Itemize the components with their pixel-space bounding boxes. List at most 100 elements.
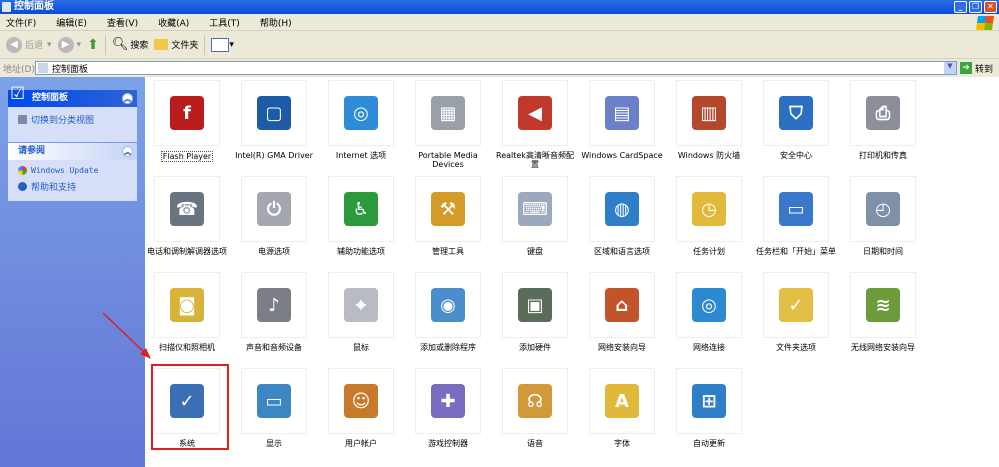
folders-button[interactable]: 文件夹 <box>154 38 198 51</box>
control-panel-item[interactable]: ⌖ 鼠标 <box>319 272 403 352</box>
item-icon-box: ☎ <box>154 176 220 242</box>
item-icon-box: ◍ <box>589 176 655 242</box>
control-panel-item[interactable]: ◎ Internet 选项 <box>319 80 403 160</box>
menu-view[interactable]: 查看(V) <box>107 16 138 29</box>
menu-edit[interactable]: 编辑(E) <box>56 16 87 29</box>
item-icon-box: ◷ <box>676 176 742 242</box>
control-panel-item[interactable]: ⛉ 安全中心 <box>754 80 838 160</box>
control-panel-item[interactable]: ▭ 显示 <box>232 368 316 448</box>
control-panel-item[interactable]: ◉ 添加或删除程序 <box>406 272 490 352</box>
item-label: 鼠标 <box>353 343 369 352</box>
item-label: 任务栏和「开始」菜单 <box>756 247 836 256</box>
item-icon: ⎙ <box>866 96 900 130</box>
address-label: 地址(D) <box>3 64 35 75</box>
panel-header[interactable]: 请参阅 ︽ <box>8 143 137 160</box>
up-folder-button[interactable]: ⬆ <box>87 37 99 53</box>
control-panel-item[interactable]: ▦ Portable Media Devices <box>406 80 490 169</box>
item-icon: ⏻ <box>257 192 291 226</box>
item-icon: ⊞ <box>692 384 726 418</box>
item-icon: ⌖ <box>344 288 378 322</box>
item-label: 自动更新 <box>693 439 725 448</box>
control-panel-item[interactable]: ▥ Windows 防火墙 <box>667 80 751 160</box>
control-panel-item[interactable]: ☊ 语音 <box>493 368 577 448</box>
item-icon: ▭ <box>257 384 291 418</box>
item-icon: ◀ <box>518 96 552 130</box>
title-bar: 控制面板 _ ❐ ✕ <box>0 0 999 14</box>
up-arrow-icon: ⬆ <box>87 36 99 53</box>
control-panel-item[interactable]: ▤ Windows CardSpace <box>580 80 664 160</box>
control-panel-item[interactable]: ◎ 网络连接 <box>667 272 751 352</box>
folder-icon <box>154 39 169 50</box>
menu-tools[interactable]: 工具(T) <box>209 16 240 29</box>
panel-header[interactable]: ☑ 控制面板 ︽ <box>8 86 137 107</box>
item-icon-box: ◴ <box>850 176 916 242</box>
item-label: 用户帐户 <box>345 439 377 448</box>
search-icon: 🔍︎ <box>111 37 129 52</box>
control-panel-item[interactable]: ▭ 任务栏和「开始」菜单 <box>754 176 838 256</box>
control-panel-item[interactable]: f Flash Player <box>145 80 229 162</box>
control-panel-item[interactable]: ☺ 用户帐户 <box>319 368 403 448</box>
item-icon-box: ▥ <box>676 80 742 146</box>
menu-help[interactable]: 帮助(H) <box>260 16 292 29</box>
item-icon: ◎ <box>344 96 378 130</box>
item-icon-box: ✓ <box>763 272 829 338</box>
control-panel-item[interactable]: ⏻ 电源选项 <box>232 176 316 256</box>
chevron-down-icon[interactable]: ▼ <box>943 62 956 74</box>
back-button[interactable]: ◀ 后退 ▾ <box>6 36 52 53</box>
go-button[interactable]: ➔ 转到 <box>959 62 993 75</box>
item-label: 日期和时间 <box>863 247 903 256</box>
item-icon-box: ⌨ <box>502 176 568 242</box>
item-label: 打印机和传真 <box>859 151 907 160</box>
item-icon: ≋ <box>866 288 900 322</box>
views-button[interactable]: ▾ <box>211 37 234 52</box>
control-panel-item[interactable]: ⊞ 自动更新 <box>667 368 751 448</box>
control-panel-item[interactable]: ◀ Realtek高清晰音频配置 <box>493 80 577 169</box>
item-icon-box: ⌖ <box>328 272 394 338</box>
control-panel-item[interactable]: ✚ 游戏控制器 <box>406 368 490 448</box>
control-panel-item[interactable]: ⚒ 管理工具 <box>406 176 490 256</box>
item-icon: ▢ <box>257 96 291 130</box>
control-panel-item[interactable]: ▣ 添加硬件 <box>493 272 577 352</box>
control-panel-item[interactable]: A 字体 <box>580 368 664 448</box>
control-panel-item[interactable]: ♿ 辅助功能选项 <box>319 176 403 256</box>
control-panel-item[interactable]: ⌂ 网络安装向导 <box>580 272 664 352</box>
control-panel-item[interactable]: ♪ 声音和音频设备 <box>232 272 316 352</box>
help-and-support-link[interactable]: 帮助和支持 <box>8 177 137 195</box>
restore-button[interactable]: ❐ <box>969 1 982 13</box>
highlight-box <box>151 364 229 450</box>
item-icon-box: ◙ <box>154 272 220 338</box>
control-panel-item[interactable]: ✓ 文件夹选项 <box>754 272 838 352</box>
menu-file[interactable]: 文件(F) <box>6 16 36 29</box>
control-panel-item[interactable]: ▢ Intel(R) GMA Driver <box>232 80 316 160</box>
control-panel-item[interactable]: ⌨ 键盘 <box>493 176 577 256</box>
collapse-icon[interactable]: ︽ <box>122 146 133 157</box>
control-panel-item[interactable]: ◷ 任务计划 <box>667 176 751 256</box>
item-icon-box: ▭ <box>241 368 307 434</box>
address-input[interactable]: 控制面板 ▼ <box>35 61 957 75</box>
close-button[interactable]: ✕ <box>984 1 997 13</box>
menu-favorites[interactable]: 收藏(A) <box>158 16 189 29</box>
item-label: 辅助功能选项 <box>337 247 385 256</box>
toolbar: ◀ 后退 ▾ ▶ ▾ ⬆ 🔍︎ 搜索 文件夹 ▾ <box>0 31 999 59</box>
minimize-button[interactable]: _ <box>954 1 967 13</box>
item-icon-box: ◎ <box>328 80 394 146</box>
item-label: 电话和调制解调器选项 <box>147 247 227 256</box>
control-panel-item[interactable]: ⎙ 打印机和传真 <box>841 80 925 160</box>
control-panel-item[interactable]: ≋ 无线网络安装向导 <box>841 272 925 352</box>
search-button[interactable]: 🔍︎ 搜索 <box>112 37 149 52</box>
item-label: 安全中心 <box>780 151 812 160</box>
collapse-icon[interactable]: ︽ <box>122 93 133 104</box>
item-label: 添加硬件 <box>519 343 551 352</box>
control-panel-icon <box>38 63 48 73</box>
item-icon: ☊ <box>518 384 552 418</box>
item-icon-box: ☊ <box>502 368 568 434</box>
control-panel-item[interactable]: ☎ 电话和调制解调器选项 <box>145 176 229 256</box>
item-icon: ⌂ <box>605 288 639 322</box>
windows-update-link[interactable]: Windows Update <box>8 160 137 177</box>
item-icon-box: ⌂ <box>589 272 655 338</box>
control-panel-item[interactable]: ◴ 日期和时间 <box>841 176 925 256</box>
switch-to-category-view-link[interactable]: 切换到分类视图 <box>8 107 137 128</box>
control-panel-item[interactable]: ◙ 扫描仪和照相机 <box>145 272 229 352</box>
control-panel-item[interactable]: ◍ 区域和语言选项 <box>580 176 664 256</box>
forward-button[interactable]: ▶ ▾ <box>57 36 81 53</box>
